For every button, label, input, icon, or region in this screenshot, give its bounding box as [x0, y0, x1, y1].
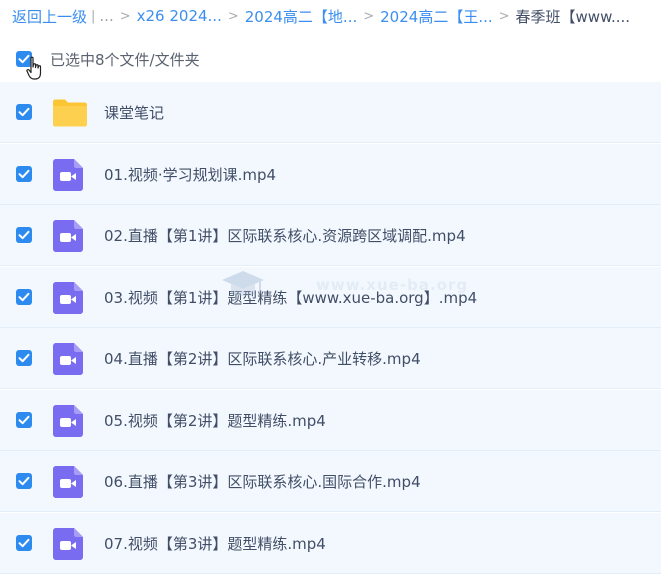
file-row[interactable]: 课堂笔记	[0, 82, 661, 143]
chevron-right-icon: >	[119, 8, 131, 24]
file-row[interactable]: 05.视频【第2讲】题型精练.mp4	[0, 389, 661, 451]
video-file-icon	[52, 342, 84, 380]
file-row[interactable]: 02.直播【第1讲】区际联系核心.资源跨区域调配.mp4	[0, 205, 661, 266]
file-name[interactable]: 06.直播【第3讲】区际联系核心.国际合作.mp4	[104, 471, 421, 492]
file-name[interactable]: 04.直播【第2讲】区际联系核心.产业转移.mp4	[104, 348, 421, 369]
breadcrumb-current: 春季班【www....	[515, 7, 631, 26]
video-file-icon	[52, 158, 84, 196]
breadcrumb-crumb-2[interactable]: 2024高二【地...	[245, 6, 357, 27]
breadcrumb-divider: |	[91, 8, 96, 24]
breadcrumb-ellipsis[interactable]: ...	[99, 7, 113, 25]
folder-icon	[52, 96, 88, 132]
file-checkbox[interactable]	[16, 104, 32, 120]
breadcrumb-crumb-1[interactable]: x26 2024...	[137, 7, 222, 25]
video-file-icon	[52, 465, 84, 503]
chevron-right-icon: >	[363, 8, 375, 24]
video-file-icon	[52, 404, 84, 442]
file-checkbox[interactable]	[16, 473, 32, 489]
check-icon	[18, 476, 30, 486]
file-checkbox[interactable]	[16, 350, 32, 366]
selection-count: 已选中8个文件/文件夹	[50, 51, 200, 69]
selection-bar: 已选中8个文件/文件夹	[0, 44, 661, 74]
breadcrumb: 返回上一级 | ... > x26 2024... > 2024高二【地... …	[12, 5, 661, 27]
file-checkbox[interactable]	[16, 411, 32, 428]
video-file-icon	[52, 527, 84, 565]
file-row[interactable]: 03.视频【第1讲】题型精练【www.xue-ba.org】.mp4	[0, 266, 661, 328]
video-file-icon	[52, 281, 84, 319]
file-name[interactable]: 02.直播【第1讲】区际联系核心.资源跨区域调配.mp4	[104, 225, 466, 246]
file-checkbox[interactable]	[16, 165, 32, 182]
hand-cursor-icon	[26, 56, 42, 80]
check-icon	[18, 415, 30, 424]
check-icon	[18, 353, 30, 363]
file-checkbox[interactable]	[16, 534, 32, 551]
file-name[interactable]: 01.视频·学习规划课.mp4	[104, 164, 276, 185]
breadcrumb-crumb-3[interactable]: 2024高二【王...	[380, 6, 492, 27]
chevron-right-icon: >	[498, 8, 510, 24]
file-row[interactable]: 06.直播【第3讲】区际联系核心.国际合作.mp4	[0, 451, 661, 512]
file-checkbox[interactable]	[16, 288, 32, 305]
file-row[interactable]: 04.直播【第2讲】区际联系核心.产业转移.mp4	[0, 328, 661, 389]
check-icon	[18, 169, 30, 178]
file-checkbox[interactable]	[16, 227, 32, 243]
check-icon	[18, 538, 30, 547]
file-name[interactable]: 03.视频【第1讲】题型精练【www.xue-ba.org】.mp4	[104, 287, 477, 308]
file-name[interactable]: 07.视频【第3讲】题型精练.mp4	[104, 533, 326, 554]
file-row[interactable]: 07.视频【第3讲】题型精练.mp4	[0, 512, 661, 574]
back-link[interactable]: 返回上一级	[12, 6, 87, 27]
chevron-right-icon: >	[227, 8, 239, 24]
file-name[interactable]: 05.视频【第2讲】题型精练.mp4	[104, 410, 326, 431]
file-row[interactable]: 01.视频·学习规划课.mp4	[0, 143, 661, 205]
check-icon	[18, 292, 30, 301]
check-icon	[18, 107, 30, 117]
video-file-icon	[52, 219, 84, 257]
file-name[interactable]: 课堂笔记	[104, 102, 164, 123]
check-icon	[18, 230, 30, 240]
